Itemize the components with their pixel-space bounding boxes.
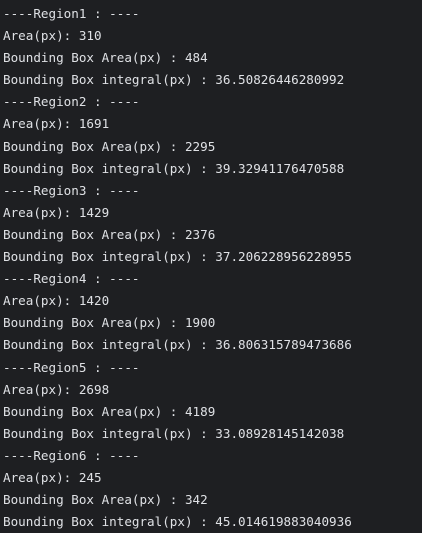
console-line: Bounding Box Area(px) : 484 xyxy=(3,50,208,66)
console-line: Bounding Box integral(px) : 36.806315789… xyxy=(3,337,352,353)
console-line: Area(px): 310 xyxy=(3,28,102,44)
console-line: Area(px): 2698 xyxy=(3,381,110,397)
console-line: Area(px): 1691 xyxy=(3,116,110,132)
console-output[interactable]: ----Region1 : ---- Area(px): 310 Boundin… xyxy=(0,0,422,533)
console-line: Bounding Box Area(px) : 4189 xyxy=(3,403,216,419)
console-line: ----Region3 : ---- xyxy=(3,182,140,198)
console-line: Bounding Box integral(px) : 37.206228956… xyxy=(3,249,352,265)
console-line: Bounding Box integral(px) : 45.014619883… xyxy=(3,514,352,530)
console-line: Bounding Box Area(px) : 1900 xyxy=(3,315,216,331)
console-line: ----Region1 : ---- xyxy=(3,6,140,21)
console-line: Area(px): 1429 xyxy=(3,204,110,220)
console-line: Bounding Box Area(px) : 2295 xyxy=(3,138,216,154)
console-line: ----Region2 : ---- xyxy=(3,94,140,110)
console-line: Bounding Box integral(px) : 39.329411764… xyxy=(3,160,345,176)
console-line: Bounding Box integral(px) : 33.089281451… xyxy=(3,425,345,441)
console-line: ----Region4 : ---- xyxy=(3,271,140,287)
console-line: Bounding Box Area(px) : 342 xyxy=(3,492,208,508)
console-line: Area(px): 1420 xyxy=(3,293,110,309)
console-line: Area(px): 245 xyxy=(3,469,102,485)
console-line: ----Region5 : ---- xyxy=(3,359,140,375)
console-line: Bounding Box Area(px) : 2376 xyxy=(3,226,216,242)
console-line: Bounding Box integral(px) : 36.508264462… xyxy=(3,72,345,88)
console-line: ----Region6 : ---- xyxy=(3,447,140,463)
